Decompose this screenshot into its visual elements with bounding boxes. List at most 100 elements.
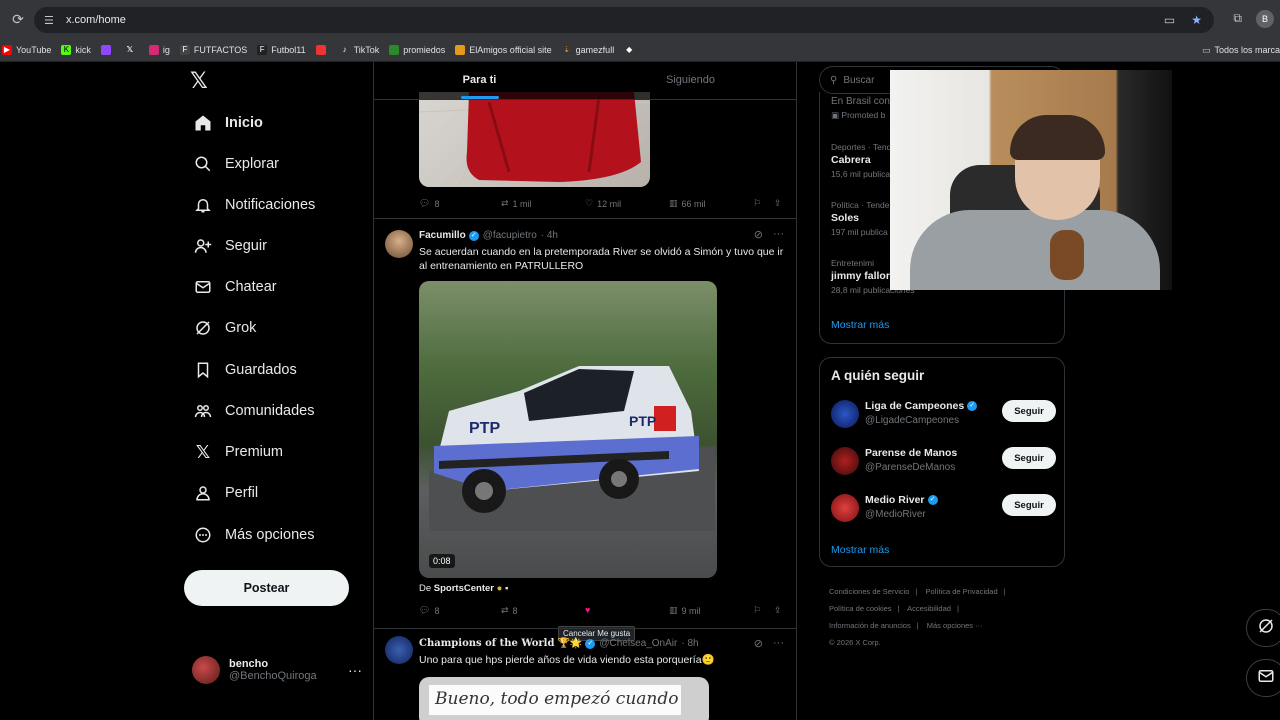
bookmark-x[interactable]: 𝕏 xyxy=(125,45,139,55)
bookmark-diamond[interactable]: ◆ xyxy=(624,45,638,55)
nav-item-mas-opciones[interactable]: Más opciones xyxy=(192,520,314,550)
tweet-time[interactable]: · 8h xyxy=(681,638,698,649)
tweet-author-handle[interactable]: @facupietro xyxy=(483,230,537,241)
bookmark-ig[interactable]: ig xyxy=(148,44,170,55)
grok-icon[interactable]: ⊘ xyxy=(754,228,763,241)
bookmark-star-icon[interactable]: ★ xyxy=(1191,13,1202,27)
tab-siguiendo[interactable]: Siguiendo xyxy=(585,62,796,99)
follow-suggestion[interactable]: Medio River ✓ @MedioRiver Seguir xyxy=(831,492,1056,524)
account-switcher[interactable]: bencho @BenchoQuiroga ··· xyxy=(192,656,362,684)
follow-button[interactable]: Seguir xyxy=(1002,494,1056,516)
bookmark-button[interactable]: ⚐ xyxy=(753,605,761,616)
footer-link[interactable]: Política de Privacidad xyxy=(926,587,998,596)
follow-button[interactable]: Seguir xyxy=(1002,400,1056,422)
source-name[interactable]: SportsCenter xyxy=(434,583,494,594)
follow-suggestion[interactable]: Liga de Campeones ✓ @LigadeCampeones Segu… xyxy=(831,398,1056,430)
tweet-video[interactable]: PTP PTP 0:08 xyxy=(419,281,717,578)
more-dots-icon[interactable]: ··· xyxy=(773,637,784,650)
messages-float-button[interactable] xyxy=(1246,659,1280,697)
like-button[interactable]: ♡ 12 mil xyxy=(585,198,621,209)
bookmark-gamezfull[interactable]: ⇣ gamezfull xyxy=(562,45,614,55)
post-button[interactable]: Postear xyxy=(184,570,349,606)
nav-item-premium[interactable]: 𝕏 Premium xyxy=(192,437,283,467)
trend-item[interactable]: Deportes · Tende Cabrera 15,6 mil public… xyxy=(831,142,896,179)
site-info-icon[interactable]: ☰ xyxy=(44,14,62,27)
url-text[interactable]: x.com/home xyxy=(66,14,126,26)
cast-icon[interactable]: ▭ xyxy=(1164,13,1175,27)
footer-link[interactable]: Política de cookies xyxy=(829,604,892,613)
nav-item-explorar[interactable]: Explorar xyxy=(192,149,279,179)
reply-button[interactable]: 💬︎ 8 xyxy=(419,605,439,616)
show-more-link[interactable]: Mostrar más xyxy=(831,319,889,331)
all-bookmarks-label: Todos los marca xyxy=(1214,45,1280,55)
promoted-text: Promoted b xyxy=(841,110,886,120)
tweet-image[interactable] xyxy=(419,92,650,187)
all-bookmarks[interactable]: ▭ Todos los marca xyxy=(1202,38,1280,62)
trend-name: Cabrera xyxy=(831,154,871,166)
reply-button[interactable]: 💬︎ 8 xyxy=(419,198,439,209)
avatar[interactable] xyxy=(385,636,413,664)
views-button[interactable]: ▥ 66 mil xyxy=(669,198,706,209)
nav-item-inicio[interactable]: Inicio xyxy=(192,108,263,138)
footer-link[interactable]: Accesibilidad xyxy=(907,604,951,613)
views-icon: ▥ xyxy=(669,605,678,615)
footer-link[interactable]: Más opciones ··· xyxy=(927,621,983,630)
nav-item-comunidades[interactable]: Comunidades xyxy=(192,396,314,426)
tweet-author-name[interactable]: Champions of the World xyxy=(419,638,554,649)
bookmark-button[interactable]: ⚐ xyxy=(753,198,761,209)
tweet-time[interactable]: · 4h xyxy=(541,230,558,241)
bookmark-twitch[interactable] xyxy=(100,44,115,55)
grok-float-button[interactable] xyxy=(1246,609,1280,647)
bookmark-futfactos[interactable]: F FUTFACTOS xyxy=(179,44,247,55)
video-source: De SportsCenter ● ▪ xyxy=(419,583,508,594)
footer-link[interactable]: Condiciones de Servicio xyxy=(829,587,909,596)
share-button[interactable]: ⇪ xyxy=(774,605,782,616)
trend-item[interactable]: Política · Tende Soles 197 mil publica xyxy=(831,200,889,237)
heart-icon: ♥ xyxy=(585,605,591,615)
views-button[interactable]: ▥ 9 mil xyxy=(669,605,701,616)
tweet-image[interactable]: Bueno, todo empezó cuando xyxy=(419,677,709,720)
share-icon: ⇪ xyxy=(774,605,782,615)
bookmark-youtube[interactable]: ▶ YouTube xyxy=(2,44,51,55)
views-icon: ▥ xyxy=(669,198,678,208)
more-dots-icon[interactable]: ··· xyxy=(773,228,784,241)
extensions-icon[interactable]: ⧉ xyxy=(1233,11,1242,26)
address-bar[interactable]: ☰ x.com/home ▭ ★ xyxy=(34,7,1214,33)
share-button[interactable]: ⇪ xyxy=(774,198,782,209)
bookmark-kick[interactable]: Kkick xyxy=(61,44,91,55)
follow-button[interactable]: Seguir xyxy=(1002,447,1056,469)
nav-item-chatear[interactable]: Chatear xyxy=(192,272,277,302)
grok-icon[interactable]: ⊘ xyxy=(754,637,763,650)
nav-item-notificaciones[interactable]: Notificaciones xyxy=(192,190,315,220)
more-dots-icon[interactable]: ··· xyxy=(348,662,362,678)
bookmark-futbol11[interactable]: F Futbol11 xyxy=(257,44,306,55)
bookmark-unknown[interactable] xyxy=(315,44,330,55)
bookmark-elamigos[interactable]: ElAmigos official site xyxy=(455,44,552,55)
nav-item-guardados[interactable]: Guardados xyxy=(192,355,297,385)
police-truck-image: PTP PTP xyxy=(429,366,715,531)
bookmark-tiktok[interactable]: ♪ TikTok xyxy=(340,45,380,55)
repost-button[interactable]: ⇄ 8 xyxy=(501,605,518,616)
avatar[interactable] xyxy=(385,230,413,258)
x-logo-icon[interactable]: 𝕏 xyxy=(190,68,208,94)
browser-toolbar: ⟳ ☰ x.com/home ▭ ★ ⧉ B xyxy=(0,0,1280,38)
like-button[interactable]: ♥ xyxy=(585,605,594,615)
nav-item-perfil[interactable]: Perfil xyxy=(192,478,258,508)
tab-para-ti[interactable]: Para ti xyxy=(374,62,585,99)
follow-suggestion[interactable]: Parense de Manos @ParenseDeManos Seguir xyxy=(831,445,1056,477)
tweet-author-handle[interactable]: @Chelsea_OnAir xyxy=(599,638,677,649)
nav-item-seguir[interactable]: Seguir xyxy=(192,231,267,261)
nav-item-grok[interactable]: Grok xyxy=(192,313,256,343)
footer-link[interactable]: Información de anuncios xyxy=(829,621,911,630)
nav-label: Grok xyxy=(225,320,257,336)
follow-icon xyxy=(192,235,214,257)
user-name-text: Liga de Campeones xyxy=(865,400,965,412)
trend-item[interactable]: En Brasil con ▣ Promoted b xyxy=(831,96,890,121)
tweet-author-name[interactable]: Facumillo xyxy=(419,230,466,241)
repost-button[interactable]: ⇄ 1 mil xyxy=(501,198,532,209)
profile-avatar[interactable]: B xyxy=(1256,10,1274,28)
bookmark-promiedos[interactable]: promiedos xyxy=(389,44,445,55)
reload-icon[interactable]: ⟳ xyxy=(0,11,36,28)
nav-label: Guardados xyxy=(225,362,297,378)
show-more-link[interactable]: Mostrar más xyxy=(831,544,889,556)
